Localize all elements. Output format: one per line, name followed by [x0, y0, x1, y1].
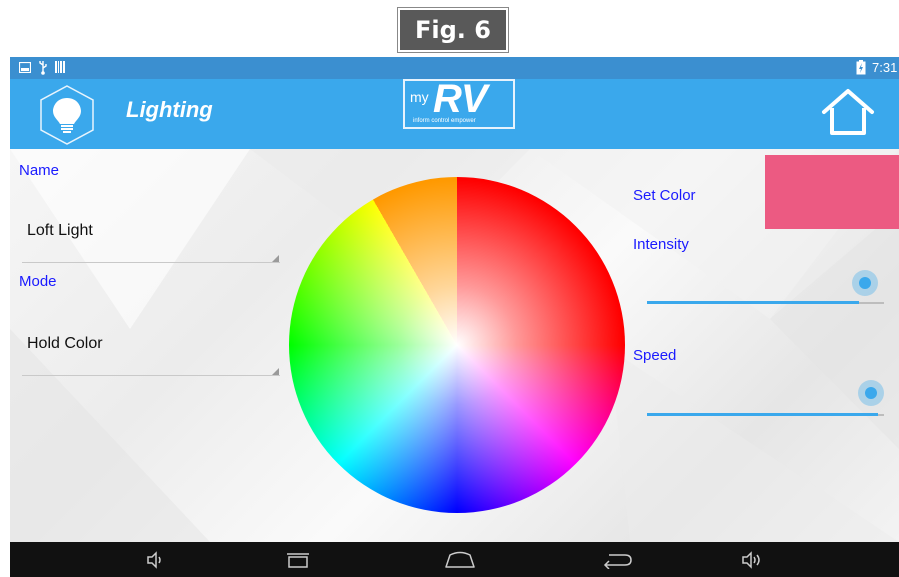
lighting-hexagon-badge[interactable] — [36, 84, 98, 146]
speed-slider[interactable] — [647, 376, 884, 416]
mode-value: Hold Color — [27, 335, 103, 352]
spinner-arrow-icon — [272, 368, 279, 375]
tablet-screen: 7:31 Lighting my RV inform control empow… — [10, 57, 899, 577]
navigation-bar — [10, 542, 899, 577]
recent-apps-icon — [287, 552, 309, 568]
figure-label: Fig. 6 — [397, 7, 509, 53]
logo-rv-text: RV — [433, 77, 488, 121]
volume-down-icon — [147, 550, 161, 569]
back-button[interactable] — [595, 542, 639, 577]
spinner-arrow-icon — [272, 255, 279, 262]
volume-up-button[interactable] — [732, 542, 772, 577]
name-value: Loft Light — [27, 222, 93, 239]
lighting-content: Name Loft Light Mode Hold Color Set Colo… — [10, 149, 899, 542]
usb-icon — [39, 61, 47, 75]
page-title: Lighting — [126, 97, 213, 122]
logo-my-text: my — [410, 89, 429, 105]
recent-apps-button[interactable] — [278, 542, 318, 577]
spinner-underline — [22, 262, 280, 263]
slider-track-filled — [647, 301, 859, 304]
color-wheel[interactable] — [289, 177, 625, 513]
lightbulb-icon — [40, 85, 94, 145]
myrv-logo: my RV inform control empower — [403, 77, 515, 129]
mode-label: Mode — [19, 273, 57, 290]
battery-charging-icon — [856, 60, 866, 75]
logo-tagline: inform control empower — [413, 118, 476, 124]
mode-spinner[interactable]: Hold Color — [22, 322, 280, 378]
status-time: 7:31 — [872, 60, 898, 75]
intensity-label: Intensity — [633, 236, 689, 253]
barcode-icon — [55, 61, 65, 73]
back-icon — [603, 553, 632, 569]
screenshot-notification-icon — [19, 62, 31, 73]
spinner-underline — [22, 375, 280, 376]
name-spinner[interactable]: Loft Light — [22, 209, 280, 265]
home-icon[interactable] — [820, 88, 876, 136]
slider-thumb[interactable] — [852, 270, 878, 296]
home-nav-icon — [445, 551, 475, 568]
set-color-label: Set Color — [633, 187, 696, 204]
speed-label: Speed — [633, 347, 677, 364]
volume-down-button[interactable] — [135, 542, 175, 577]
home-nav-button[interactable] — [438, 542, 482, 577]
slider-track-filled — [647, 413, 878, 416]
status-bar: 7:31 — [10, 57, 899, 79]
volume-up-icon — [742, 550, 760, 569]
selected-color-swatch — [765, 155, 899, 229]
intensity-slider[interactable] — [647, 264, 884, 304]
action-bar: Lighting my RV inform control empower — [10, 77, 899, 149]
slider-thumb[interactable] — [858, 380, 884, 406]
name-label: Name — [19, 162, 60, 179]
